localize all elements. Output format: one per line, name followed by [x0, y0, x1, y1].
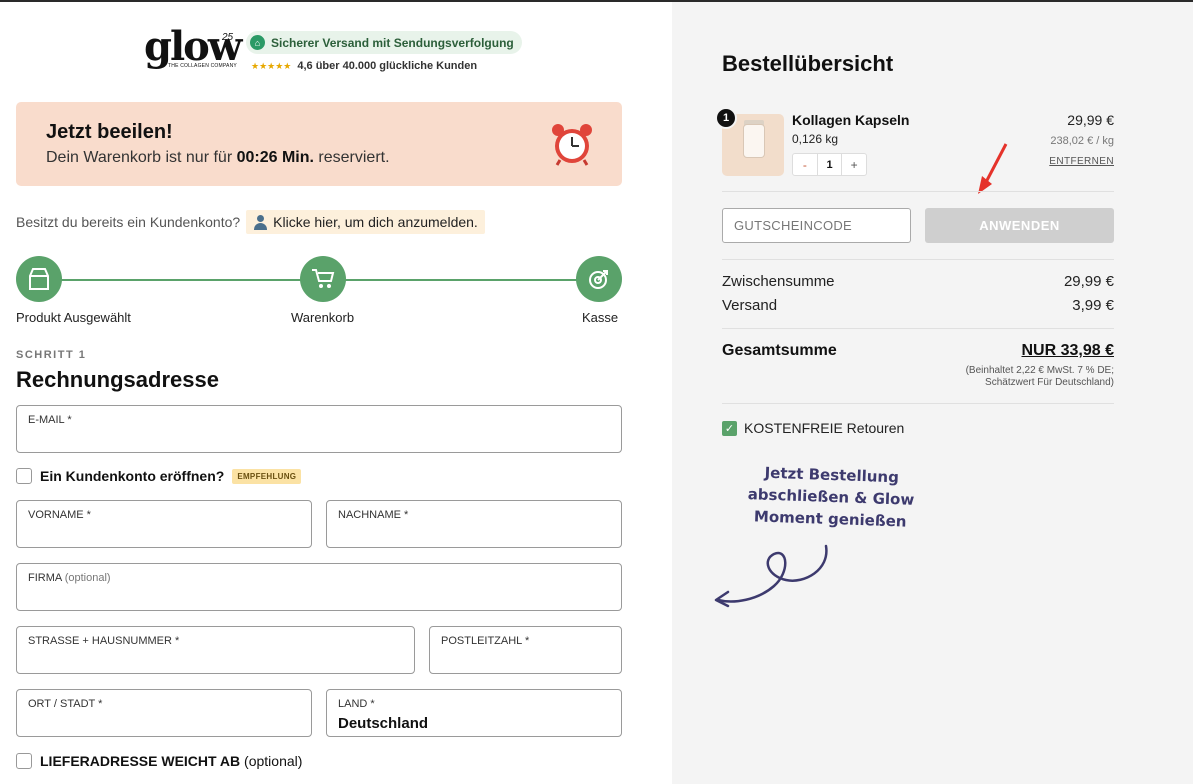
cart-icon — [312, 269, 335, 288]
subtotal-label: Zwischensumme — [722, 273, 835, 290]
secure-shipping-text: Sicherer Versand mit Sendungsverfolgung — [271, 35, 514, 50]
total-value: NUR 33,98 € — [1021, 342, 1115, 359]
lastname-field[interactable]: NACHNAME * — [326, 500, 622, 548]
tax-note-line-2: Schätzwert Für Deutschland) — [985, 377, 1114, 388]
account-question: Besitzt du bereits ein Kundenkonto? — [16, 214, 241, 230]
billing-address-title: Rechnungsadresse — [16, 367, 219, 392]
checkout-form-panel: glow 25 THE COLLAGEN COMPANY ⌂ Sicherer … — [0, 2, 672, 784]
company-optional: (optional) — [64, 572, 111, 584]
jar-body — [743, 124, 765, 158]
different-shipping-option[interactable]: LIEFERADRESSE WEICHT AB (optional) — [16, 753, 302, 769]
shipping-pin-icon: ⌂ — [250, 35, 265, 50]
different-shipping-optional: (optional) — [244, 753, 303, 769]
login-link[interactable]: Klicke hier, um dich anzumelden. — [246, 210, 485, 234]
free-returns-label: KOSTENFREIE Retouren — [744, 420, 905, 436]
logo-tagline: THE COLLAGEN COMPANY — [168, 63, 237, 69]
divider — [722, 191, 1114, 192]
banner-text-before: Dein Warenkorb ist nur für — [46, 149, 233, 166]
different-shipping-label: LIEFERADRESSE WEICHT AB — [40, 753, 241, 769]
swirl-arrow-icon — [714, 544, 828, 608]
login-link-text: Klicke hier, um dich anzumelden. — [273, 214, 478, 230]
logo-superscript: 25 — [222, 32, 234, 43]
create-account-label: Ein Kundenkonto eröffnen? — [40, 468, 225, 484]
order-summary-title: Bestellübersicht — [722, 51, 894, 76]
remove-item-link[interactable]: ENTFERNEN — [1049, 156, 1114, 167]
free-returns: ✓ KOSTENFREIE Retouren — [722, 420, 904, 436]
country-select[interactable]: LAND * Deutschland — [326, 689, 622, 737]
cart-reservation-banner: Jetzt beeilen! Dein Warenkorb ist nur fü… — [16, 102, 622, 186]
step-label-product: Produkt Ausgewählt — [16, 310, 131, 325]
product-unit-price: 238,02 € / kg — [1050, 135, 1114, 147]
coupon-input[interactable]: GUTSCHEINCODE — [722, 208, 911, 243]
banner-title: Jetzt beeilen! — [46, 121, 173, 143]
step-checkout-circle — [576, 256, 622, 302]
alarm-clock-icon — [552, 124, 592, 166]
quantity-badge: 1 — [715, 107, 737, 129]
email-label: E-MAIL * — [28, 414, 72, 426]
firstname-field[interactable]: VORNAME * — [16, 500, 312, 548]
person-icon — [253, 215, 268, 230]
city-label: ORT / STADT * — [28, 698, 103, 710]
subtotal-row: Zwischensumme 29,99 € — [722, 273, 1114, 290]
secure-shipping-badge: ⌂ Sicherer Versand mit Sendungsverfolgun… — [246, 31, 522, 54]
step-product-circle — [16, 256, 62, 302]
total-label: Gesamtsumme — [722, 342, 837, 359]
red-arrow-annotation-icon — [978, 143, 1008, 194]
rating-stars-icon: ★★★★★ — [251, 60, 292, 71]
order-summary-panel: Bestellübersicht 1 Kollagen Kapseln 0,12… — [672, 2, 1193, 784]
shipping-label: Versand — [722, 297, 778, 314]
firstname-label: VORNAME * — [28, 509, 91, 521]
product-name: Kollagen Kapseln — [792, 112, 910, 128]
rating-text: 4,6 über 40.000 glückliche Kunden — [297, 60, 478, 72]
recommendation-badge: EMPFEHLUNG — [232, 468, 302, 484]
divider — [722, 328, 1114, 329]
product-bag-icon — [29, 268, 49, 290]
country-label: LAND * — [338, 698, 375, 710]
quantity-stepper[interactable]: - 1 + — [792, 153, 867, 176]
apply-coupon-button[interactable]: ANWENDEN — [925, 208, 1114, 243]
create-account-option[interactable]: Ein Kundenkonto eröffnen? EMPFEHLUNG — [16, 468, 302, 484]
lastname-label: NACHNAME * — [338, 509, 409, 521]
product-price: 29,99 € — [1067, 112, 1114, 128]
city-field[interactable]: ORT / STADT * — [16, 689, 312, 737]
banner-text-after: reserviert. — [318, 149, 390, 166]
country-value: Deutschland — [338, 715, 429, 732]
checkout-icon — [589, 270, 608, 289]
street-label: STRASSE + HAUSNUMMER * — [28, 635, 180, 647]
product-weight: 0,126 kg — [792, 132, 839, 146]
zip-label: POSTLEITZAHL * — [441, 635, 530, 647]
tax-note-line-1: (Beinhaltet 2,22 € MwSt. 7 % DE; — [965, 365, 1114, 376]
subtotal-value: 29,99 € — [1063, 273, 1114, 290]
check-icon: ✓ — [722, 420, 737, 436]
different-shipping-checkbox[interactable] — [16, 753, 32, 769]
handwritten-note: Jetzt Bestellung abschließen & Glow Mome… — [745, 461, 917, 533]
quantity-value[interactable]: 1 — [818, 154, 842, 175]
divider — [722, 259, 1114, 260]
shipping-value: 3,99 € — [1072, 297, 1114, 314]
divider — [722, 403, 1114, 404]
company-label-text: FIRMA — [28, 572, 62, 584]
existing-account-prompt: Besitzt du bereits ein Kundenkonto? Klic… — [16, 210, 485, 234]
step-label-checkout: Kasse — [582, 310, 619, 325]
reservation-timer: 00:26 Min. — [236, 149, 314, 166]
zip-field[interactable]: POSTLEITZAHL * — [429, 626, 622, 674]
shipping-row: Versand 3,99 € — [722, 297, 1114, 314]
company-label: FIRMA (optional) — [28, 572, 111, 584]
quantity-decrease-button[interactable]: - — [793, 154, 818, 175]
email-field[interactable]: E-MAIL * — [16, 405, 622, 453]
quantity-increase-button[interactable]: + — [841, 154, 866, 175]
customer-rating: ★★★★★ 4,6 über 40.000 glückliche Kunden — [251, 60, 477, 72]
glow-logo[interactable]: glow 25 THE COLLAGEN COMPANY — [144, 27, 242, 74]
banner-text: Dein Warenkorb ist nur für 00:26 Min. re… — [46, 149, 390, 167]
step-number: SCHRITT 1 — [16, 349, 87, 361]
step-cart-circle — [300, 256, 346, 302]
company-field[interactable]: FIRMA (optional) — [16, 563, 622, 611]
create-account-checkbox[interactable] — [16, 468, 32, 484]
step-label-cart: Warenkorb — [291, 310, 355, 325]
handwritten-line-3: Moment genießen — [753, 507, 907, 531]
tax-note: (Beinhaltet 2,22 € MwSt. 7 % DE; Schätzw… — [914, 365, 1114, 389]
different-shipping-text: LIEFERADRESSE WEICHT AB (optional) — [40, 753, 302, 769]
street-field[interactable]: STRASSE + HAUSNUMMER * — [16, 626, 415, 674]
